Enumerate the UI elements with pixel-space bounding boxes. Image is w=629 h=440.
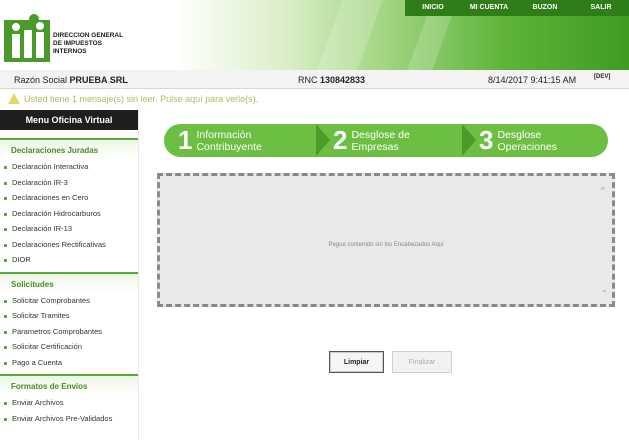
- sidebar-item-solicitar-tramites[interactable]: Solicitar Tramites: [0, 308, 138, 324]
- razon-label: Razón Social: [14, 75, 68, 85]
- step-label-line: Contribuyente: [196, 140, 262, 153]
- datetime: 8/14/2017 9:41:15 AM: [488, 75, 577, 85]
- sidebar-item-solicitar-certificacion[interactable]: Solicitar Certificación: [0, 339, 138, 355]
- sidebar-item-enviar-archivos[interactable]: Enviar Archivos: [0, 395, 138, 411]
- paste-area[interactable]: Pegue contenido sin los Encabezados Aqui…: [157, 173, 615, 307]
- step-label-line: Desglose: [497, 128, 542, 141]
- header: DIRECCION GENERAL DE IMPUESTOS INTERNOS …: [0, 0, 629, 70]
- nav-inicio[interactable]: INICIO: [405, 0, 461, 16]
- rnc: RNC 130842833: [298, 75, 365, 85]
- sidebar-item-declaracion-ir3[interactable]: Declaración IR-3: [0, 175, 138, 191]
- chevron-up-icon[interactable]: ^: [601, 186, 605, 195]
- wizard-steps: 1 Información Contribuyente 2 Desglose de…: [164, 124, 608, 157]
- top-nav: INICIO MI CUENTA BUZON SALIR: [405, 0, 629, 16]
- nav-mi-cuenta[interactable]: MI CUENTA: [461, 0, 517, 16]
- step-label: Desglose de Empresas: [351, 129, 409, 153]
- warning-icon: [8, 93, 20, 104]
- step-label-line: Empresas: [351, 140, 399, 153]
- step-label-line: Información: [196, 128, 252, 141]
- step-number: 2: [333, 125, 348, 155]
- razon-social: Razón Social PRUEBA SRL: [14, 75, 128, 85]
- rnc-value: 130842833: [320, 75, 366, 85]
- header-decor: [317, 0, 383, 70]
- sidebar-item-declaracion-hidrocarburos[interactable]: Declaración Hidrocarburos: [0, 206, 138, 222]
- sidebar-item-declaraciones-rectificativas[interactable]: Declaraciones Rectificativas: [0, 237, 138, 253]
- message-text[interactable]: Usted tiene 1 mensaje(s) sin leer. Pulse…: [24, 94, 258, 104]
- step-2: 2 Desglose de Empresas: [333, 124, 410, 157]
- sidebar-item-solicitar-comprobantes[interactable]: Solicitar Comprobantes: [0, 293, 138, 309]
- logo-line: DIRECCION GENERAL: [53, 32, 124, 39]
- sidebar-title: Menu Oficina Virtual: [0, 110, 138, 130]
- section-solicitudes: Solicitudes: [0, 271, 138, 293]
- sidebar-item-enviar-archivos-prevalidados[interactable]: Enviar Archivos Pre-Validados: [0, 411, 138, 427]
- limpiar-button[interactable]: Limpiar: [329, 351, 384, 373]
- step-number: 3: [479, 125, 494, 155]
- paste-placeholder: Pegue contenido sin los Encabezados Aqui: [328, 242, 444, 248]
- dgii-logo-icon: [4, 14, 50, 62]
- scrollbar[interactable]: ^ ⌄: [601, 186, 609, 294]
- section-formatos-envios: Formatos de Envios: [0, 374, 138, 395]
- step-separator: [316, 124, 330, 156]
- chevron-down-icon[interactable]: ⌄: [601, 285, 608, 294]
- section-declaraciones: Declaraciones Juradas: [0, 138, 138, 159]
- info-bar: Razón Social PRUEBA SRL RNC 130842833 8/…: [0, 70, 629, 89]
- sidebar-item-declaracion-interactiva[interactable]: Declaración Interactiva: [0, 159, 138, 175]
- sidebar-item-declaraciones-cero[interactable]: Declaraciones en Cero: [0, 190, 138, 206]
- step-label: Información Contribuyente: [196, 129, 261, 153]
- step-1: 1 Información Contribuyente: [178, 124, 262, 157]
- sidebar: Menu Oficina Virtual Declaraciones Jurad…: [0, 110, 139, 440]
- nav-salir[interactable]: SALIR: [573, 0, 629, 16]
- nav-buzon[interactable]: BUZON: [517, 0, 573, 16]
- sidebar-item-parametros-comprobantes[interactable]: Parametros Comprobantes: [0, 324, 138, 340]
- sidebar-item-declaracion-ir13[interactable]: Declaración IR-13: [0, 221, 138, 237]
- rnc-label: RNC: [298, 75, 318, 85]
- logo-line: INTERNOS: [53, 48, 87, 55]
- step-label: Desglose Operaciones: [497, 129, 557, 153]
- env-badge: [DEV]: [594, 74, 611, 80]
- step-label-line: Desglose de: [351, 128, 410, 141]
- sidebar-item-dior[interactable]: DIOR: [0, 252, 138, 268]
- razon-value: PRUEBA SRL: [69, 75, 128, 85]
- step-label-line: Operaciones: [497, 140, 558, 153]
- step-number: 1: [178, 125, 193, 155]
- step-separator: [462, 124, 476, 156]
- sidebar-item-pago-cuenta[interactable]: Pago a Cuenta: [0, 355, 138, 371]
- step-3: 3 Desglose Operaciones: [479, 124, 557, 157]
- finalizar-button[interactable]: Finalizar: [392, 351, 452, 373]
- logo-line: DE IMPUESTOS: [53, 40, 103, 47]
- logo-text: DIRECCION GENERAL DE IMPUESTOS INTERNOS: [53, 32, 133, 56]
- unread-message[interactable]: Usted tiene 1 mensaje(s) sin leer. Pulse…: [8, 93, 258, 104]
